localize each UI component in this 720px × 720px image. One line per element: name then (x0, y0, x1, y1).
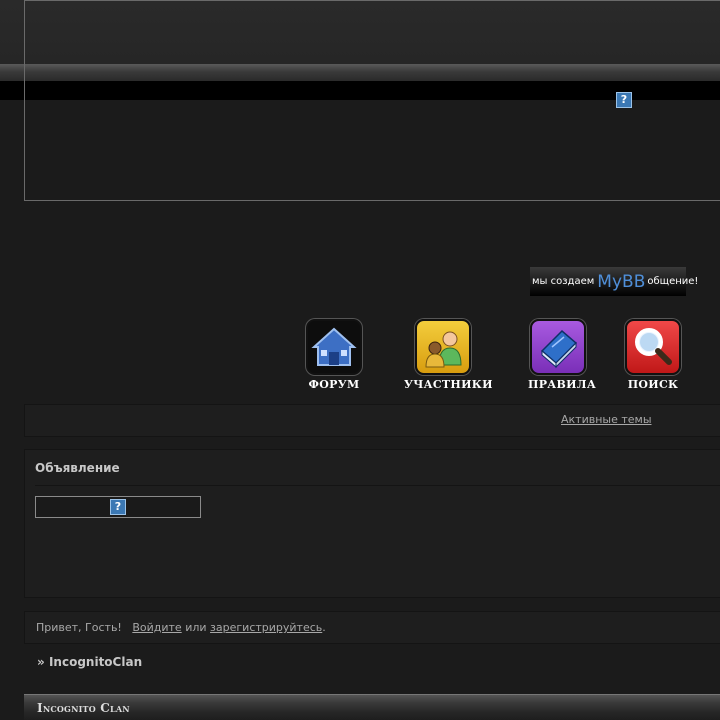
breadcrumb-forum-link[interactable]: IncognitoClan (49, 655, 142, 669)
search-icon (625, 319, 681, 375)
nav-search[interactable]: ПОИСК (624, 319, 682, 391)
nav-forum[interactable]: ФОРУМ (305, 319, 363, 391)
nav-rules-label: ПРАВИЛА (528, 378, 597, 391)
or-text: или (185, 621, 207, 634)
mybb-brand: MyBB (597, 271, 646, 292)
announcement-title: Объявление (35, 461, 120, 475)
book-icon (530, 319, 586, 375)
mybb-suffix: общение! (647, 276, 699, 287)
category-title[interactable]: Incognito Clan (37, 701, 130, 715)
period-text: . (322, 621, 326, 634)
users-icon (415, 319, 471, 375)
guest-greeting: Привет, Гость! (36, 621, 122, 634)
home-icon (306, 319, 362, 375)
announcement-panel (24, 449, 720, 598)
announcement-divider (35, 485, 720, 486)
register-link[interactable]: зарегистрируйтесь (210, 621, 322, 634)
breadcrumb-separator: » (37, 655, 45, 669)
nav-rules[interactable]: ПРАВИЛА (528, 319, 597, 391)
nav-members-label: УЧАСТНИКИ (404, 378, 493, 391)
nav-members[interactable]: УЧАСТНИКИ (404, 319, 493, 391)
mybb-banner[interactable]: мы создаем MyBB общение! (530, 267, 698, 296)
nav-forum-label: ФОРУМ (308, 378, 360, 391)
broken-image-icon: ? (110, 499, 126, 515)
active-topics-link[interactable]: Активные темы (561, 413, 652, 426)
nav-search-label: ПОИСК (627, 378, 679, 391)
broken-image-icon: ? (616, 92, 632, 108)
breadcrumb: » IncognitoClan (37, 655, 142, 669)
guest-greeting-line: Привет, Гость! Войдите или зарегистрируй… (36, 621, 326, 634)
login-link[interactable]: Войдите (132, 621, 181, 634)
mybb-prefix: мы создаем (532, 276, 595, 287)
